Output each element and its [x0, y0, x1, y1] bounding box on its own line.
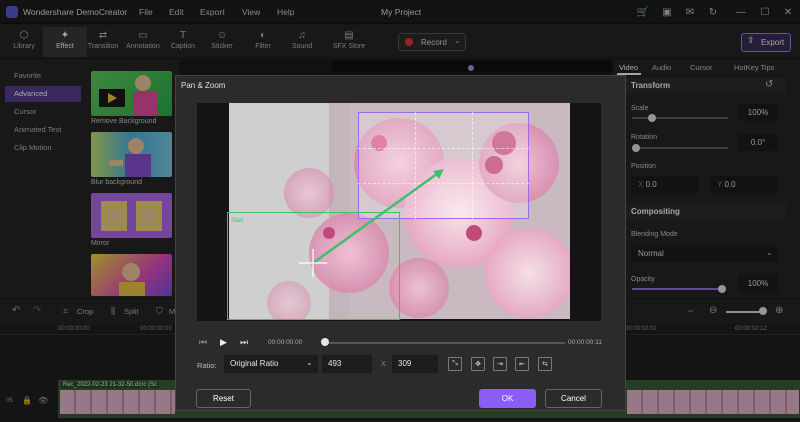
- dialog-timeline-knob[interactable]: [321, 338, 329, 346]
- height-field[interactable]: 309: [392, 355, 438, 373]
- chevron-down-icon[interactable]: ⌄: [306, 358, 313, 367]
- dialog-timeline-slider[interactable]: [325, 342, 565, 344]
- fit-icon[interactable]: ⤡: [448, 357, 462, 371]
- pan-direction-arrow: [299, 169, 444, 277]
- ratio-select[interactable]: Original Ratio: [224, 355, 318, 373]
- next-frame-icon[interactable]: ⏭: [240, 337, 248, 348]
- dimension-separator: X: [381, 361, 386, 368]
- move-icon[interactable]: ✥: [471, 357, 485, 371]
- total-time: 00:00:00:11: [568, 339, 602, 346]
- reset-button[interactable]: Reset: [196, 389, 251, 408]
- swap-icon[interactable]: ⇆: [538, 357, 552, 371]
- ratio-label: Ratio:: [197, 361, 217, 370]
- ok-button[interactable]: OK: [479, 389, 536, 408]
- dialog-title: Pan & Zoom: [181, 81, 226, 90]
- width-field[interactable]: 493: [322, 355, 372, 373]
- align-right-icon[interactable]: ⇥: [493, 357, 507, 371]
- cancel-button[interactable]: Cancel: [545, 389, 602, 408]
- play-icon[interactable]: ▶: [220, 337, 227, 348]
- align-left-icon[interactable]: ⇤: [515, 357, 529, 371]
- ratio-value: Original Ratio: [230, 359, 279, 368]
- current-time: 00:00:00:00: [268, 339, 303, 346]
- previous-frame-icon[interactable]: ⏮: [199, 337, 207, 348]
